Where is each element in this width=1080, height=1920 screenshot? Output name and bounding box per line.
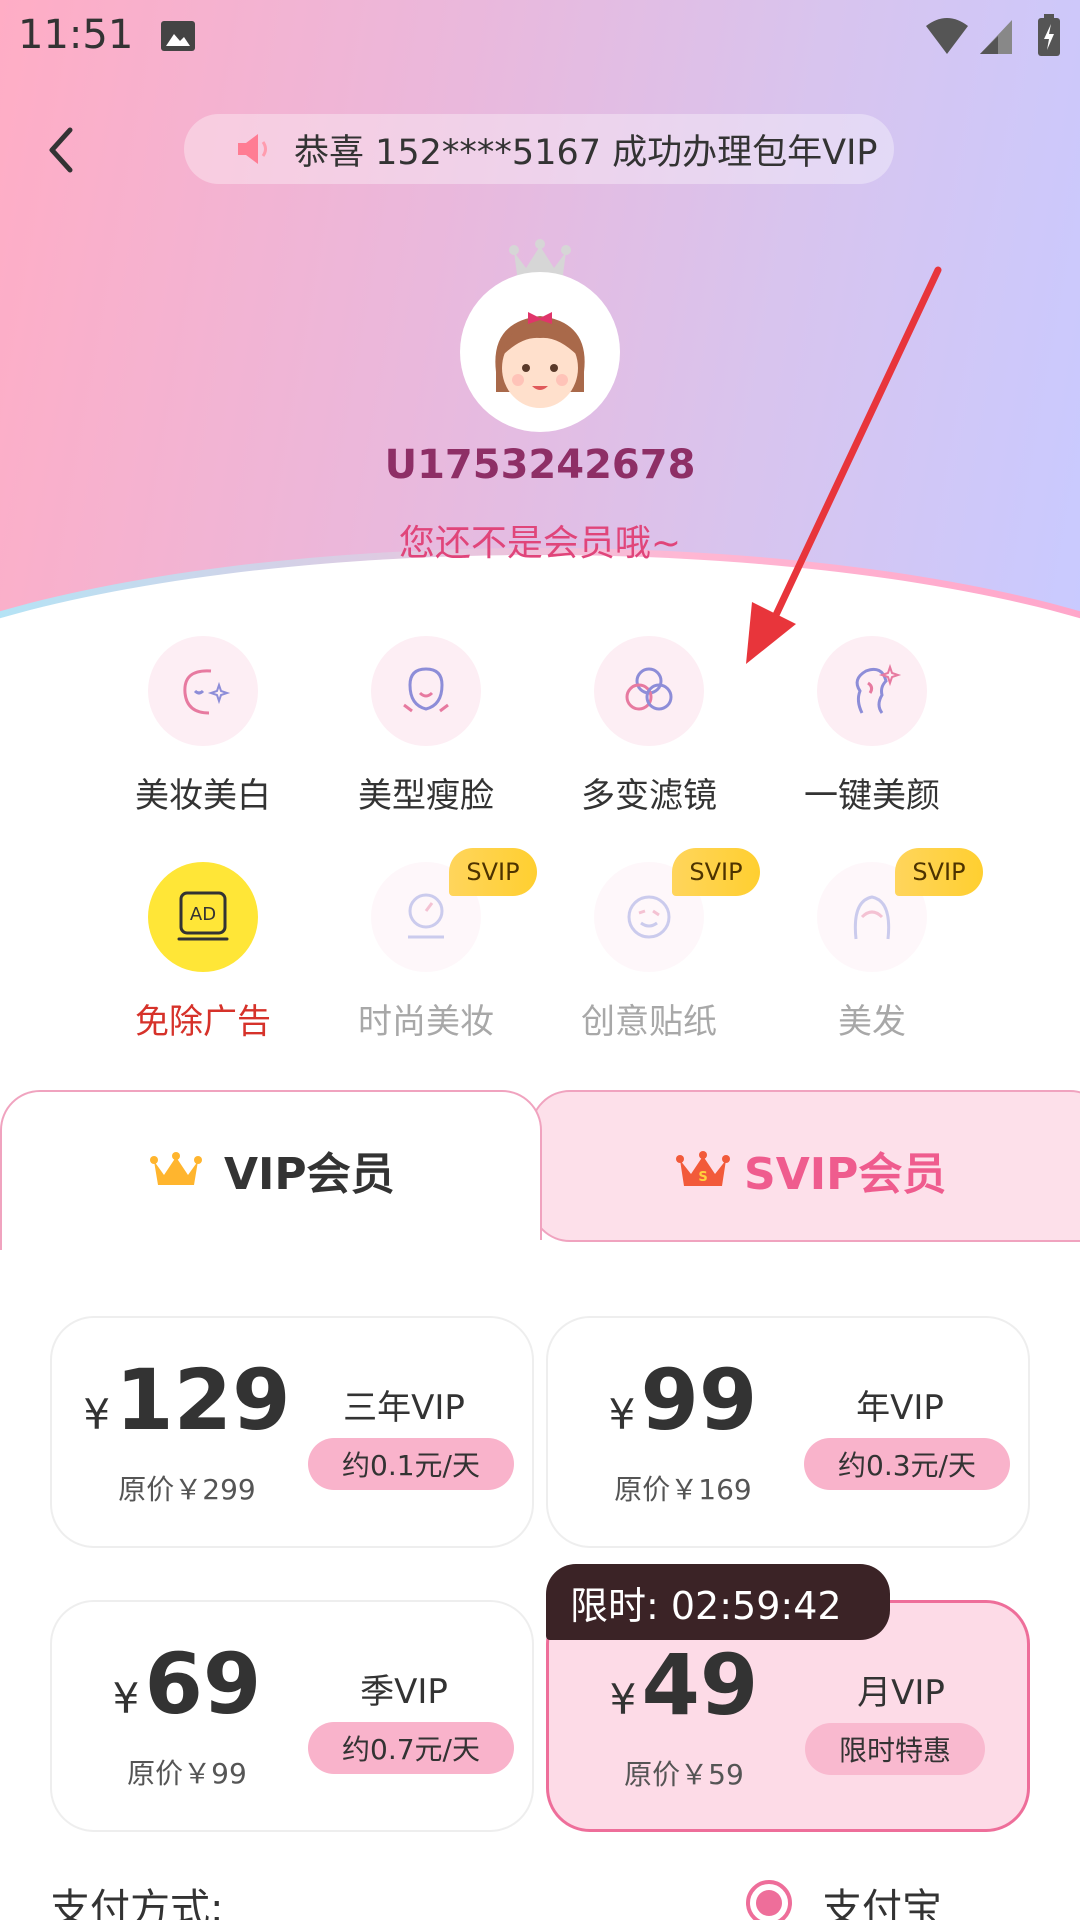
plan-daily-price-tag: 约0.7元/天	[308, 1722, 514, 1774]
girl-avatar-icon	[495, 312, 585, 408]
feature-face-slimming[interactable]: 美型瘦脸	[331, 636, 521, 817]
alipay-label[interactable]: 支付宝	[822, 1876, 942, 1920]
countdown-timer: 限时: 02:59:42	[546, 1564, 890, 1640]
plan-original-price: 原价￥299	[118, 1473, 256, 1506]
svip-crown-icon: S	[676, 1151, 730, 1186]
feature-label: 时尚美妆	[358, 1002, 494, 1042]
plan-original-price: 原价￥169	[614, 1473, 752, 1506]
plan-price: 129	[115, 1351, 291, 1449]
feature-label: 多变滤镜	[581, 776, 717, 816]
plan-daily-price-tag: 约0.1元/天	[308, 1438, 514, 1490]
plan-price: 69	[144, 1635, 262, 1733]
plan-daily-price-tag: 约0.3元/天	[804, 1438, 1010, 1490]
feature-makeup-whitening[interactable]: 美妆美白	[108, 636, 298, 817]
plan-price: 49	[641, 1636, 759, 1734]
signal-icon	[980, 20, 1012, 54]
filter-circles-icon	[594, 636, 704, 746]
avatar[interactable]	[460, 272, 620, 432]
svip-badge: SVIP	[672, 848, 760, 896]
feature-hair[interactable]: 美发 SVIP	[777, 848, 983, 1043]
plan-original-price: 原价￥99	[127, 1757, 247, 1790]
status-time: 11:51	[18, 12, 134, 58]
annotation-arrow	[746, 266, 942, 664]
announcement-banner: 恭喜 152****5167 成功办理包年VIP	[184, 114, 894, 184]
membership-tabs: VIP会员 S SVIP会员	[0, 1090, 1080, 1252]
plan-name: 月VIP	[857, 1673, 945, 1713]
currency-symbol: ¥	[83, 1390, 111, 1439]
tab-vip-content: VIP会员	[150, 1138, 395, 1202]
feature-filters[interactable]: 多变滤镜	[554, 636, 744, 817]
feature-label: 美发	[838, 1002, 906, 1042]
plan-limited-offer-tag: 限时特惠	[805, 1723, 985, 1775]
status-bar: 11:51	[0, 0, 1080, 72]
feature-label: 美型瘦脸	[358, 776, 494, 816]
image-notification-icon	[161, 21, 195, 51]
face-slim-icon	[371, 636, 481, 746]
plan-original-price: 原价￥59	[624, 1758, 744, 1791]
currency-symbol: ¥	[609, 1675, 637, 1724]
alipay-radio[interactable]	[746, 1880, 792, 1920]
face-sparkle-icon	[148, 636, 258, 746]
svip-badge: SVIP	[895, 848, 983, 896]
ad-icon: AD	[148, 862, 258, 972]
feature-remove-ads[interactable]: AD 免除广告	[108, 862, 298, 1043]
feature-label: 创意贴纸	[581, 1002, 717, 1042]
svip-badge: SVIP	[449, 848, 537, 896]
currency-symbol: ¥	[608, 1390, 636, 1439]
back-button[interactable]	[40, 120, 84, 180]
currency-symbol: ¥	[112, 1674, 140, 1723]
plan-name: 年VIP	[856, 1388, 944, 1428]
payment-method-label: 支付方式:	[50, 1886, 224, 1920]
plan-three-year[interactable]: ¥ 129 原价￥299 三年VIP 约0.1元/天	[50, 1316, 534, 1548]
feature-creative-stickers[interactable]: 创意贴纸 SVIP	[554, 848, 760, 1043]
svg-text:AD: AD	[190, 904, 216, 925]
feature-label: 一键美颜	[804, 776, 940, 816]
tab-vip-label: VIP会员	[224, 1149, 395, 1200]
speaker-icon	[238, 134, 267, 164]
plan-one-year[interactable]: ¥ 99 原价￥169 年VIP 约0.3元/天	[546, 1316, 1030, 1548]
wifi-icon	[926, 18, 968, 54]
tab-svip-label: SVIP会员	[744, 1149, 947, 1200]
feature-label: 免除广告	[135, 1002, 271, 1042]
crown-icon	[150, 1152, 202, 1185]
svg-text:S: S	[698, 1170, 707, 1185]
plan-name: 三年VIP	[343, 1388, 465, 1428]
plan-name: 季VIP	[360, 1672, 448, 1712]
plan-quarter[interactable]: ¥ 69 原价￥99 季VIP 约0.7元/天	[50, 1600, 534, 1832]
feature-fashion-makeup[interactable]: 时尚美妆 SVIP	[331, 848, 537, 1043]
tab-svip-content: S SVIP会员	[676, 1138, 946, 1202]
battery-charging-icon	[1038, 14, 1060, 56]
plan-price: 99	[640, 1351, 758, 1449]
feature-label: 美妆美白	[135, 776, 271, 816]
announcement-text: 恭喜 152****5167 成功办理包年VIP	[294, 132, 878, 173]
